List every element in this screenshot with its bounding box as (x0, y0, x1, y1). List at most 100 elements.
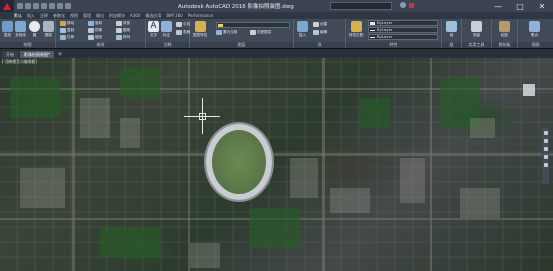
showmotion-icon[interactable] (543, 163, 548, 167)
undo-icon[interactable] (57, 3, 63, 9)
annotation-panel-title[interactable]: 注释 (146, 42, 189, 48)
plot-icon[interactable] (49, 3, 55, 9)
draw-panel-title[interactable]: 绘图 (0, 42, 55, 48)
measure-tool[interactable]: 测量 (471, 21, 482, 38)
viewcube-icon[interactable] (523, 84, 535, 96)
fillet-tool[interactable]: 圆角 (116, 28, 130, 33)
autodesk-app-icon[interactable] (409, 2, 414, 8)
match-properties-label: 特性匹配 (349, 33, 364, 37)
linetype-dropdown[interactable]: ByLayer (368, 27, 438, 33)
tab-addins[interactable]: 附加模块 (109, 13, 125, 19)
create-block-tool[interactable]: 创建 (313, 22, 327, 27)
new-tab-button[interactable]: + (56, 51, 64, 58)
match-layer-tool[interactable]: 匹配图层 (250, 30, 271, 35)
sign-in-area[interactable] (400, 2, 414, 8)
redo-icon[interactable] (65, 3, 71, 9)
file-tabs: 开始 影像拍照装图* + (0, 49, 553, 58)
zoom-extents-icon[interactable] (543, 147, 548, 151)
scale-tool[interactable]: 缩放 (88, 35, 102, 40)
copy-tool[interactable]: 复制 (60, 28, 74, 33)
user-icon[interactable] (400, 2, 406, 8)
circle-tool[interactable]: 圆 (29, 21, 40, 38)
save-as-icon[interactable] (41, 3, 47, 9)
group-label: 组 (449, 33, 454, 37)
properties-panel-title[interactable]: 特性 (346, 42, 441, 48)
color-dropdown[interactable]: ByLayer (368, 20, 438, 26)
set-current-label: 置为当前 (223, 30, 238, 34)
layers-panel-title[interactable]: 图层 (190, 42, 293, 48)
application-menu-button[interactable] (0, 0, 14, 12)
lineweight-value: ByLayer (377, 34, 393, 39)
dimension-label: 标注 (162, 33, 171, 37)
create-block-icon (313, 22, 319, 27)
edit-block-tool[interactable]: 编辑 (313, 30, 327, 35)
utilities-panel-title[interactable]: 实用工具 (462, 42, 491, 48)
tab-bim360[interactable]: BIM 360 (166, 13, 182, 18)
drawing-viewport[interactable]: [-][俯视][二维线框] (0, 58, 553, 271)
tab-view[interactable]: 视图 (70, 13, 78, 19)
polyline-tool[interactable]: 多段线 (15, 21, 26, 38)
block-panel: 插入 创建 编辑 块 (294, 19, 346, 48)
paste-tool[interactable]: 粘贴 (499, 21, 510, 38)
stretch-tool[interactable]: 拉伸 (60, 35, 74, 40)
array-tool[interactable]: 阵列 (116, 35, 130, 40)
minimize-button[interactable]: — (487, 0, 509, 12)
tab-parametric[interactable]: 参数化 (53, 13, 65, 19)
clipboard-panel-title[interactable]: 剪贴板 (492, 42, 517, 48)
quick-access-toolbar (17, 3, 71, 9)
rotate-tool[interactable]: 旋转 (88, 21, 102, 26)
building-block (190, 243, 220, 268)
tab-manage[interactable]: 管理 (83, 13, 91, 19)
insert-block-icon (297, 21, 308, 32)
stadium-feature (206, 124, 272, 200)
block-panel-title[interactable]: 块 (294, 42, 345, 48)
search-input[interactable] (330, 2, 392, 10)
viewport-controls-label[interactable]: [-][俯视][二维线框] (2, 59, 37, 65)
close-button[interactable]: ✕ (531, 0, 553, 12)
file-tab-drawing[interactable]: 影像拍照装图* (20, 51, 54, 58)
basepoint-tool[interactable]: 基点 (529, 21, 540, 38)
match-properties-tool[interactable]: 特性匹配 (349, 21, 363, 38)
arc-tool[interactable]: 圆弧 (43, 21, 54, 38)
modify-panel-title[interactable]: 修改 (56, 42, 145, 48)
new-icon[interactable] (17, 3, 23, 9)
layer-properties-tool[interactable]: 图层特性 (193, 21, 207, 38)
group-tool[interactable]: 组 (446, 21, 457, 38)
leader-tool[interactable]: 引线 (176, 22, 190, 27)
tab-a360[interactable]: A360 (130, 13, 140, 18)
window-controls: — □ ✕ (487, 0, 553, 12)
leader-icon (176, 22, 182, 27)
save-icon[interactable] (33, 3, 39, 9)
full-navigation-wheel-icon[interactable] (543, 131, 548, 135)
orbit-icon[interactable] (543, 155, 548, 159)
building-block (330, 188, 370, 213)
table-tool[interactable]: 表格 (176, 30, 190, 35)
edit-block-label: 编辑 (320, 30, 328, 34)
layer-dropdown[interactable] (216, 22, 290, 28)
pan-icon[interactable] (543, 139, 548, 143)
maximize-button[interactable]: □ (509, 0, 531, 12)
mirror-tool[interactable]: 镜像 (88, 28, 102, 33)
text-label: 文字 (149, 33, 158, 37)
trim-tool[interactable]: 修剪 (116, 21, 130, 26)
tab-output[interactable]: 输出 (96, 13, 104, 19)
view-panel-title[interactable]: 视图 (518, 42, 553, 48)
move-tool[interactable]: 移动 (60, 21, 74, 26)
tab-insert[interactable]: 插入 (27, 13, 35, 19)
lineweight-dropdown[interactable]: ByLayer (368, 34, 438, 40)
tab-default[interactable]: 默认 (14, 13, 22, 19)
tab-annotate[interactable]: 注释 (40, 13, 48, 19)
dimension-tool[interactable]: 标注 (161, 21, 172, 38)
line-tool[interactable]: 直线 (2, 21, 13, 38)
set-current-tool[interactable]: 置为当前 (216, 30, 237, 35)
match-layer-icon (250, 30, 256, 35)
rotate-label: 旋转 (95, 21, 103, 25)
tab-featured-apps[interactable]: 精选应用 (145, 13, 161, 19)
file-tab-start[interactable]: 开始 (2, 51, 18, 58)
groups-panel-title[interactable]: 组 (442, 42, 461, 48)
text-tool[interactable]: A 文字 (148, 21, 159, 38)
tab-performance[interactable]: Performance (188, 13, 213, 18)
insert-block-label: 插入 (298, 33, 307, 37)
open-icon[interactable] (25, 3, 31, 9)
insert-block-tool[interactable]: 插入 (297, 21, 308, 38)
